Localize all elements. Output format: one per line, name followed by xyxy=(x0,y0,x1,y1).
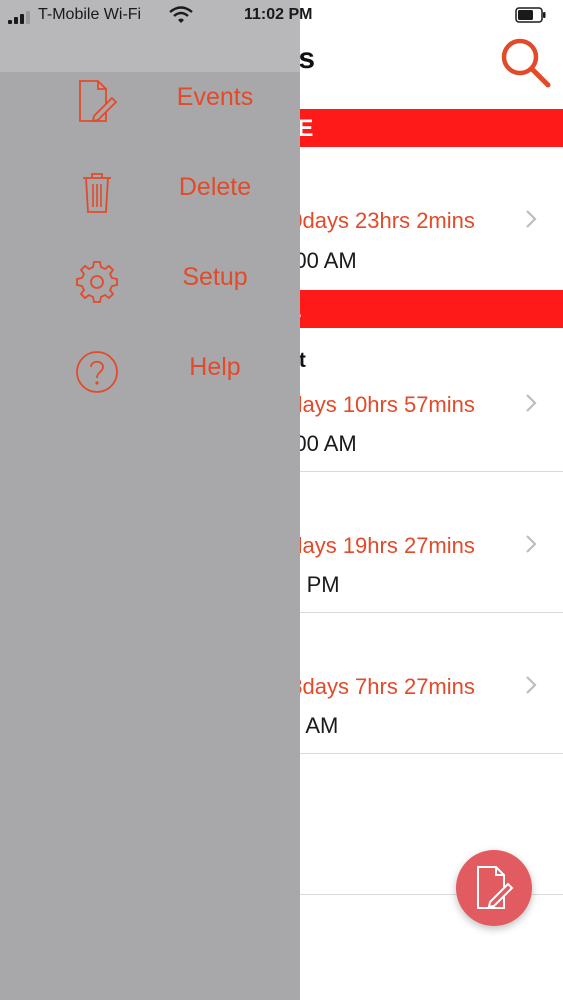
event-countdown: 3days 19hrs 27mins xyxy=(278,533,475,558)
event-countdown: 28days 7hrs 27mins xyxy=(278,674,475,699)
edit-document-icon xyxy=(79,80,118,123)
search-button[interactable] xyxy=(496,34,554,90)
chevron-right-icon xyxy=(526,210,537,228)
menu-item-label: Delete xyxy=(178,173,252,201)
chevron-right-icon xyxy=(526,676,537,694)
menu-item-label: Setup xyxy=(182,263,248,291)
wifi-icon xyxy=(169,6,193,23)
signal-strength-icon xyxy=(8,10,34,24)
menu-item-help[interactable]: Help xyxy=(0,335,300,405)
status-time: 11:02 PM xyxy=(244,6,313,23)
help-circle-icon xyxy=(76,351,118,393)
menu-item-events[interactable]: Events xyxy=(0,65,300,135)
menu-item-delete[interactable]: Delete xyxy=(0,155,300,225)
edit-document-icon xyxy=(477,866,514,909)
chevron-right-icon xyxy=(526,394,537,412)
battery-icon xyxy=(515,7,546,23)
gear-icon xyxy=(76,261,118,303)
carrier-name: T-Mobile Wi-Fi xyxy=(38,6,142,23)
chevron-right-icon xyxy=(526,535,537,553)
menu-item-setup[interactable]: Setup xyxy=(0,245,300,315)
new-event-button[interactable] xyxy=(456,850,532,926)
status-bar: T-Mobile Wi-Fi 11:02 PM xyxy=(0,0,563,32)
menu-item-label: Help xyxy=(189,353,241,381)
trash-icon xyxy=(83,173,111,213)
event-countdown: 1days 10hrs 57mins xyxy=(278,392,475,417)
event-countdown: 30days 23hrs 2mins xyxy=(278,208,475,233)
menu-item-label: Events xyxy=(176,83,254,111)
side-drawer: Events Delete Setup Help xyxy=(0,0,300,1000)
search-icon xyxy=(501,38,551,88)
